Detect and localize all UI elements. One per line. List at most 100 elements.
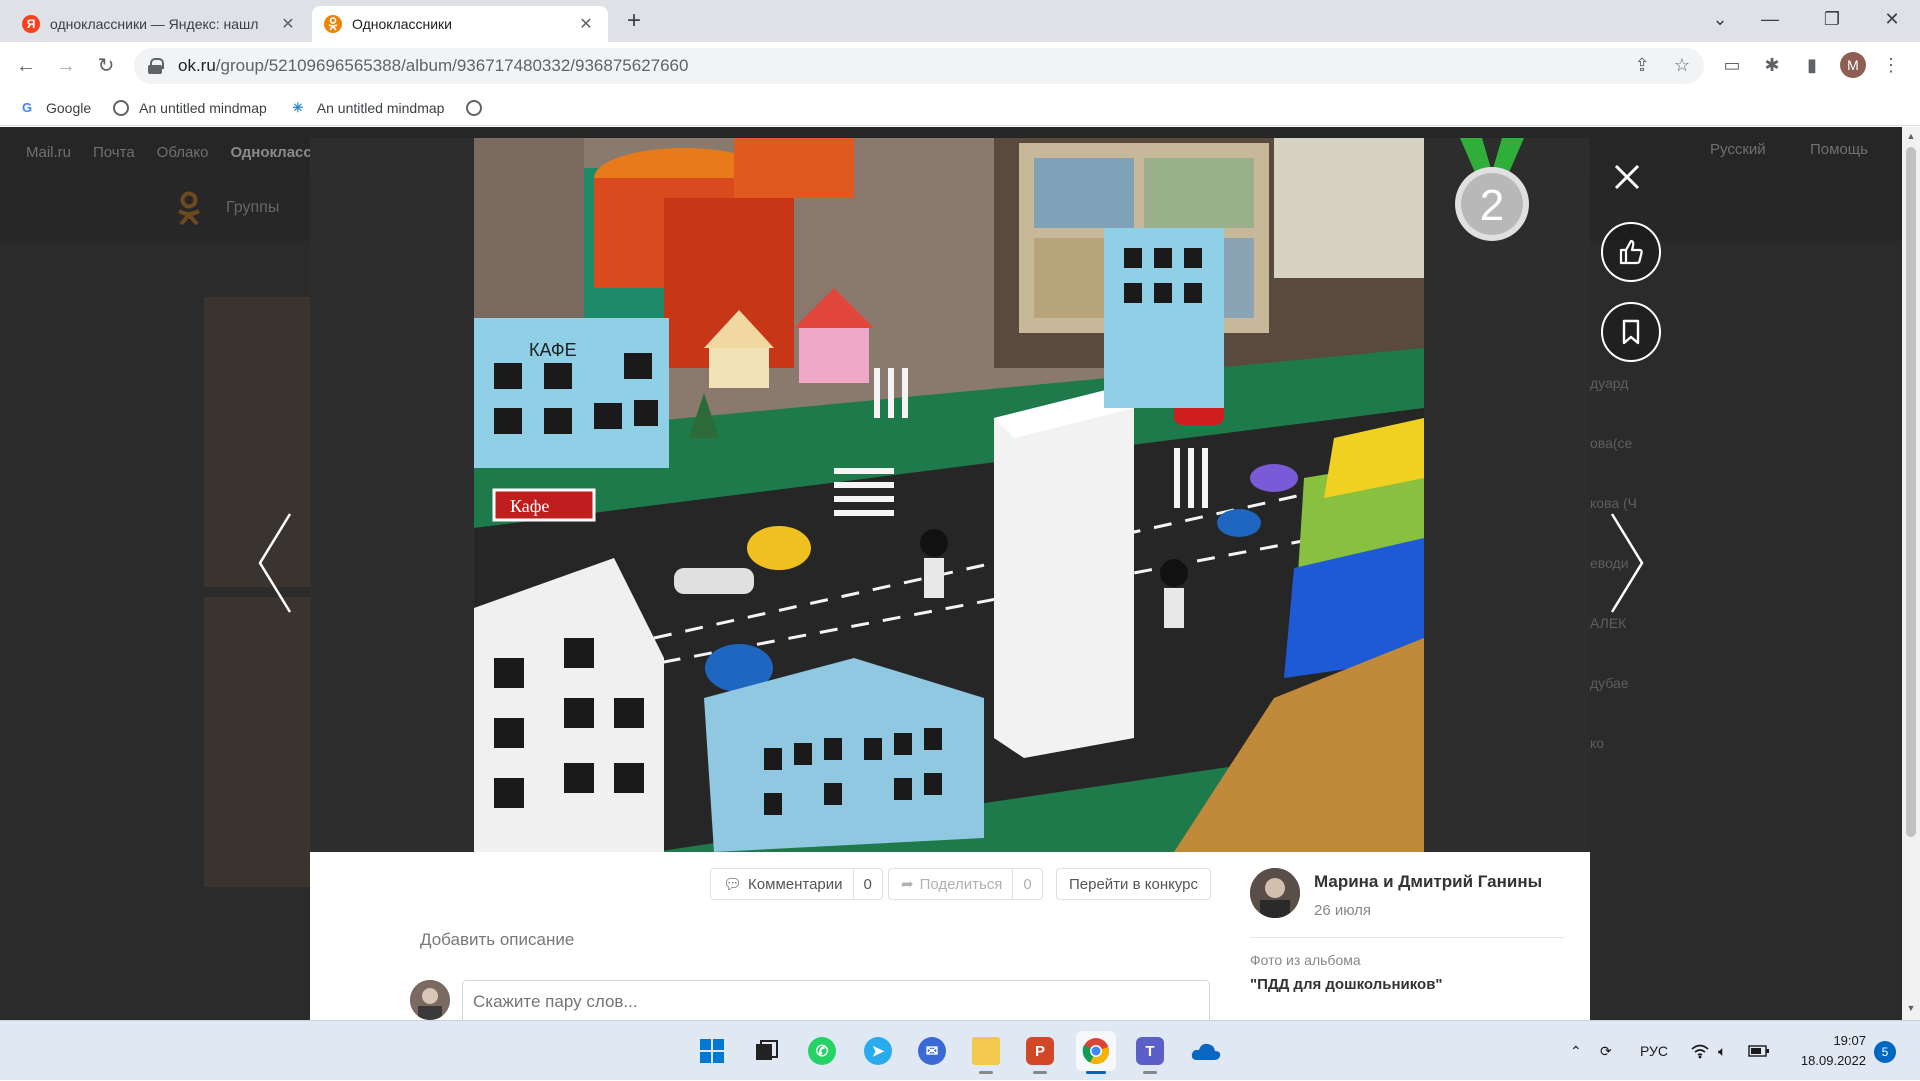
whatsapp-app[interactable]: ✆ [802,1031,842,1071]
clock-date: 18.09.2022 [1800,1053,1866,1068]
extensions-icon[interactable]: ✱ [1757,50,1787,80]
bookmark-globe[interactable] [466,99,492,116]
side-panel-icon[interactable]: ▮ [1797,50,1827,80]
yandex-icon: Я [22,15,40,33]
powerpoint-icon: P [1026,1037,1054,1065]
url-host: ok.ru [178,56,216,75]
go-to-contest-button[interactable]: Перейти в конкурс [1056,868,1212,900]
tab-yandex[interactable]: Я одноклассники — Яндекс: нашл ✕ [10,6,310,42]
reload-button[interactable]: ↻ [90,50,122,82]
messenger-icon: ✉ [918,1037,946,1065]
next-photo-arrow-icon[interactable] [1606,512,1646,614]
teams-app[interactable]: T [1130,1031,1170,1074]
new-tab-button[interactable]: + [618,8,650,36]
scrollbar-thumb[interactable] [1906,147,1916,837]
tray-overflow-icon[interactable]: ⌃ [1570,1021,1582,1081]
back-button[interactable]: ← [10,50,42,82]
add-description-link[interactable]: Добавить описание [420,930,574,950]
bookmark-mindmap-2[interactable]: ✳ An untitled mindmap [289,99,444,117]
ok-logo-icon[interactable] [176,191,202,227]
bookmark-google[interactable]: G Google [18,99,91,117]
share-icon[interactable]: ⇪ [1627,50,1657,80]
telegram-app[interactable]: ➤ [858,1031,898,1071]
bookmark-mindmap-1[interactable]: An untitled mindmap [113,99,267,116]
lock-icon[interactable] [148,58,164,74]
close-tab-icon[interactable]: ✕ [278,14,298,34]
menu-icon[interactable]: ⋮ [1876,50,1906,80]
volume-icon[interactable]: 🔈︎ [1718,1021,1726,1081]
messenger-app[interactable]: ✉ [912,1031,952,1071]
bookmark-star-icon[interactable]: ☆ [1667,50,1697,80]
globe-icon [113,99,130,116]
tab-title: Одноклассники [352,16,453,32]
member-name: дуард [1590,375,1629,391]
ok-icon [324,15,342,33]
comments-button[interactable]: 💬︎ Комментарии 0 [710,868,883,900]
cast-icon[interactable]: ▭ [1717,50,1747,80]
url-path: /group/52109696565388/album/936717480332… [215,56,689,75]
chrome-app[interactable] [1076,1031,1116,1074]
previous-photo-arrow-icon[interactable] [256,512,296,614]
divider [1250,937,1564,938]
share-count: 0 [1012,869,1041,899]
bookmark-label: Google [46,99,92,116]
nav-mail[interactable]: Mail.ru [26,144,71,161]
start-button[interactable] [692,1031,732,1071]
contest-label: Перейти в конкурс [1069,875,1199,893]
task-view-button[interactable] [746,1031,786,1071]
member-name: дубае [1590,675,1629,691]
member-name: кова (Ч [1590,495,1638,511]
comment-input[interactable] [462,980,1210,1024]
groups-link[interactable]: Группы [226,199,279,217]
powerpoint-app[interactable]: P [1020,1031,1060,1074]
like-button[interactable] [1601,222,1661,282]
cafe-building-label: КАФЕ [529,340,577,360]
album-link[interactable]: "ПДД для дошкольников" [1250,976,1443,993]
forward-button[interactable]: → [50,50,82,82]
member-name: АЛЕК [1590,615,1627,631]
onedrive-icon [1191,1043,1221,1060]
onedrive-app[interactable] [1186,1031,1226,1071]
minimize-button[interactable]: — [1746,0,1794,40]
nav-pochta[interactable]: Почта [93,144,135,161]
close-viewer-icon[interactable] [1612,162,1642,192]
running-indicator [979,1071,993,1074]
comment-icon: 💬︎ [723,876,743,893]
tab-search-icon[interactable]: ⌄ [1696,0,1744,40]
scroll-down-icon[interactable]: ▼ [1906,1003,1916,1013]
tab-odnoklassniki[interactable]: Одноклассники ✕ [312,6,608,42]
scroll-up-icon[interactable]: ▲ [1906,131,1916,141]
tab-strip: Я одноклассники — Яндекс: нашл ✕ Однокла… [0,0,1920,42]
window-close-button[interactable]: ✕ [1868,0,1916,40]
battery-icon[interactable] [1748,1021,1770,1081]
running-indicator [1033,1071,1047,1074]
language-select[interactable]: Русский [1710,141,1766,158]
close-tab-icon[interactable]: ✕ [576,14,596,34]
input-language[interactable]: РУС [1640,1021,1668,1081]
teams-icon: T [1136,1037,1164,1065]
nav-ok[interactable]: Однокласс [230,144,311,161]
sync-icon[interactable]: ⟳ [1600,1021,1612,1081]
notification-badge[interactable]: 5 [1874,1041,1896,1063]
restore-button[interactable]: ❐ [1808,0,1856,40]
profile-avatar[interactable]: M [1840,52,1866,78]
cafe-sign-label: Кафе [510,496,549,516]
comments-count: 0 [852,869,882,899]
address-bar[interactable]: ok.ru/group/52109696565388/album/9367174… [134,48,1704,84]
windows-start-icon [700,1039,724,1063]
album-label: Фото из альбома [1250,952,1361,968]
photo[interactable]: КАФЕ Кафе [474,138,1424,852]
file-explorer-icon [972,1037,1000,1065]
share-button[interactable]: ➦ Поделиться 0 [888,868,1043,900]
page-scrollbar[interactable]: ▲ ▼ [1902,127,1920,1020]
author-avatar[interactable] [1250,868,1300,918]
help-link[interactable]: Помощь [1810,141,1868,158]
bookmark-button[interactable] [1601,302,1661,362]
wifi-icon[interactable] [1690,1021,1710,1081]
mindmap-icon: ✳ [292,99,304,115]
system-clock[interactable]: 19:07 18.09.2022 [1786,1031,1866,1071]
author-name[interactable]: Марина и Дмитрий Ганины [1314,872,1542,892]
member-name: ова(се [1590,435,1633,451]
file-explorer-app[interactable] [966,1031,1006,1074]
nav-oblako[interactable]: Облако [157,144,209,161]
